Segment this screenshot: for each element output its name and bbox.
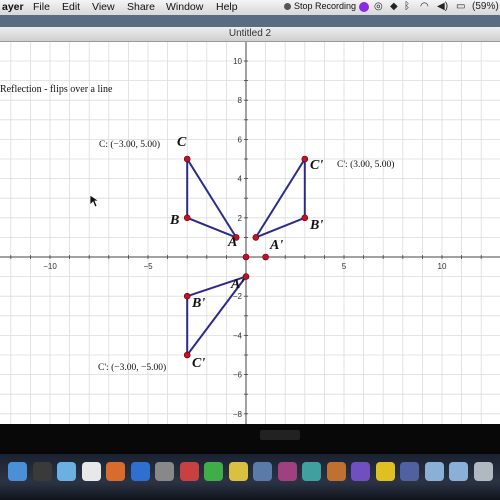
wifi-icon[interactable]: ◠: [420, 1, 429, 12]
point-label-c-prime: C': [310, 158, 324, 173]
x-tick-label: 5: [342, 262, 347, 271]
y-tick-label: 10: [233, 57, 242, 66]
app-icon[interactable]: [326, 462, 346, 481]
battery-percent: (59%): [472, 1, 499, 12]
photos-icon[interactable]: [106, 462, 125, 481]
desktop-strip: [0, 15, 500, 27]
mouse-cursor-icon: [89, 194, 99, 208]
bluetooth-icon[interactable]: ᛒ: [404, 1, 410, 12]
battery-icon[interactable]: ▭: [456, 1, 465, 12]
finder-icon[interactable]: [8, 462, 27, 481]
sketch-heading: Reflection - flips over a line: [0, 84, 113, 95]
x-tick-label: −5: [143, 262, 153, 271]
point-b-prime[interactable]: [301, 214, 309, 222]
mail-icon[interactable]: [57, 462, 76, 481]
point-label-a-prime: A': [270, 238, 284, 253]
menu-window[interactable]: Window: [166, 1, 203, 13]
record-icon: [284, 3, 291, 11]
window-titlebar[interactable]: Untitled 2: [0, 27, 500, 42]
app-icon[interactable]: [277, 462, 297, 481]
window-title: Untitled 2: [228, 28, 272, 39]
point-label-c-double-prime: C': [192, 356, 206, 371]
preferences-icon[interactable]: [155, 462, 174, 481]
screen-recording-bar: [0, 424, 500, 454]
y-tick-label: 2: [238, 214, 243, 223]
skype-icon[interactable]: ◎: [374, 1, 383, 12]
menu-edit[interactable]: Edit: [62, 1, 80, 13]
point-label-a: A: [228, 235, 238, 250]
folder-icon[interactable]: [424, 462, 444, 481]
app-icon[interactable]: [400, 462, 419, 481]
y-tick-label: −8: [233, 410, 243, 419]
axis-point[interactable]: [242, 253, 250, 261]
app-icon[interactable]: [204, 462, 223, 481]
point-c-prime[interactable]: [301, 155, 309, 163]
point-label-b: B: [170, 213, 180, 228]
measurement-c-prime-bottom: C': (−3.00, −5.00): [98, 363, 167, 373]
y-tick-label: 8: [238, 96, 243, 105]
point-label-a-double-prime: A': [231, 277, 245, 292]
point-b[interactable]: [183, 214, 191, 222]
point-a-prime[interactable]: [252, 234, 260, 241]
itunes-icon[interactable]: [130, 462, 150, 481]
axes: [0, 42, 500, 424]
menu-help[interactable]: Help: [216, 1, 238, 13]
folder-icon[interactable]: [449, 462, 468, 481]
x-tick-label: 10: [438, 262, 447, 271]
y-tick-label: 6: [238, 135, 243, 144]
point-b-prime[interactable]: [183, 292, 191, 300]
point-label-b-prime: B': [310, 218, 324, 233]
y-tick-label: 4: [238, 175, 243, 184]
calendar-icon[interactable]: [81, 462, 101, 481]
dock: [0, 454, 500, 500]
timemachine-icon[interactable]: [253, 462, 272, 481]
point-c-prime[interactable]: [183, 351, 191, 359]
y-tick-label: −6: [233, 371, 243, 380]
stop-recording-button[interactable]: Stop Recording: [284, 1, 356, 11]
app-icon[interactable]: [302, 462, 321, 481]
app-menu[interactable]: ayer: [2, 1, 24, 13]
point-label-c: C: [177, 135, 187, 150]
grid-lines: [0, 42, 500, 424]
dropbox-icon[interactable]: ◆: [390, 1, 398, 12]
sketch-canvas[interactable]: −10 −5 5 10 10 8 6 4 2 −2 −4 −6 −8 Reflection - flip…: [0, 42, 500, 424]
coordinate-grid[interactable]: −10 −5 5 10108642−2−4−6−8: [0, 42, 500, 424]
chrome-icon[interactable]: [375, 462, 395, 481]
measurement-c: C: (−3.00, 5.00): [99, 140, 161, 150]
point-c[interactable]: [183, 155, 191, 163]
y-tick-label: −4: [233, 331, 243, 340]
x-tick-label: −10: [43, 262, 57, 271]
measurement-c-prime-right: C': (3.00, 5.00): [337, 160, 395, 170]
menu-file[interactable]: File: [33, 1, 50, 13]
status-icon[interactable]: [359, 2, 369, 12]
recording-indicator: [260, 430, 300, 440]
menu-view[interactable]: View: [92, 1, 115, 13]
trash-icon[interactable]: [473, 462, 493, 481]
axis-point[interactable]: [262, 253, 269, 261]
menu-bar: ayer File Edit View Share Window Help St…: [0, 0, 500, 16]
app-icon[interactable]: [351, 462, 370, 481]
app-icon[interactable]: [228, 462, 248, 481]
app-icon[interactable]: [179, 462, 199, 481]
dashboard-icon[interactable]: [32, 462, 52, 481]
point-label-b-double-prime: B': [192, 296, 206, 311]
volume-icon[interactable]: ◀): [437, 1, 448, 12]
menu-share[interactable]: Share: [127, 1, 155, 13]
triangle-side[interactable]: [255, 216, 306, 239]
